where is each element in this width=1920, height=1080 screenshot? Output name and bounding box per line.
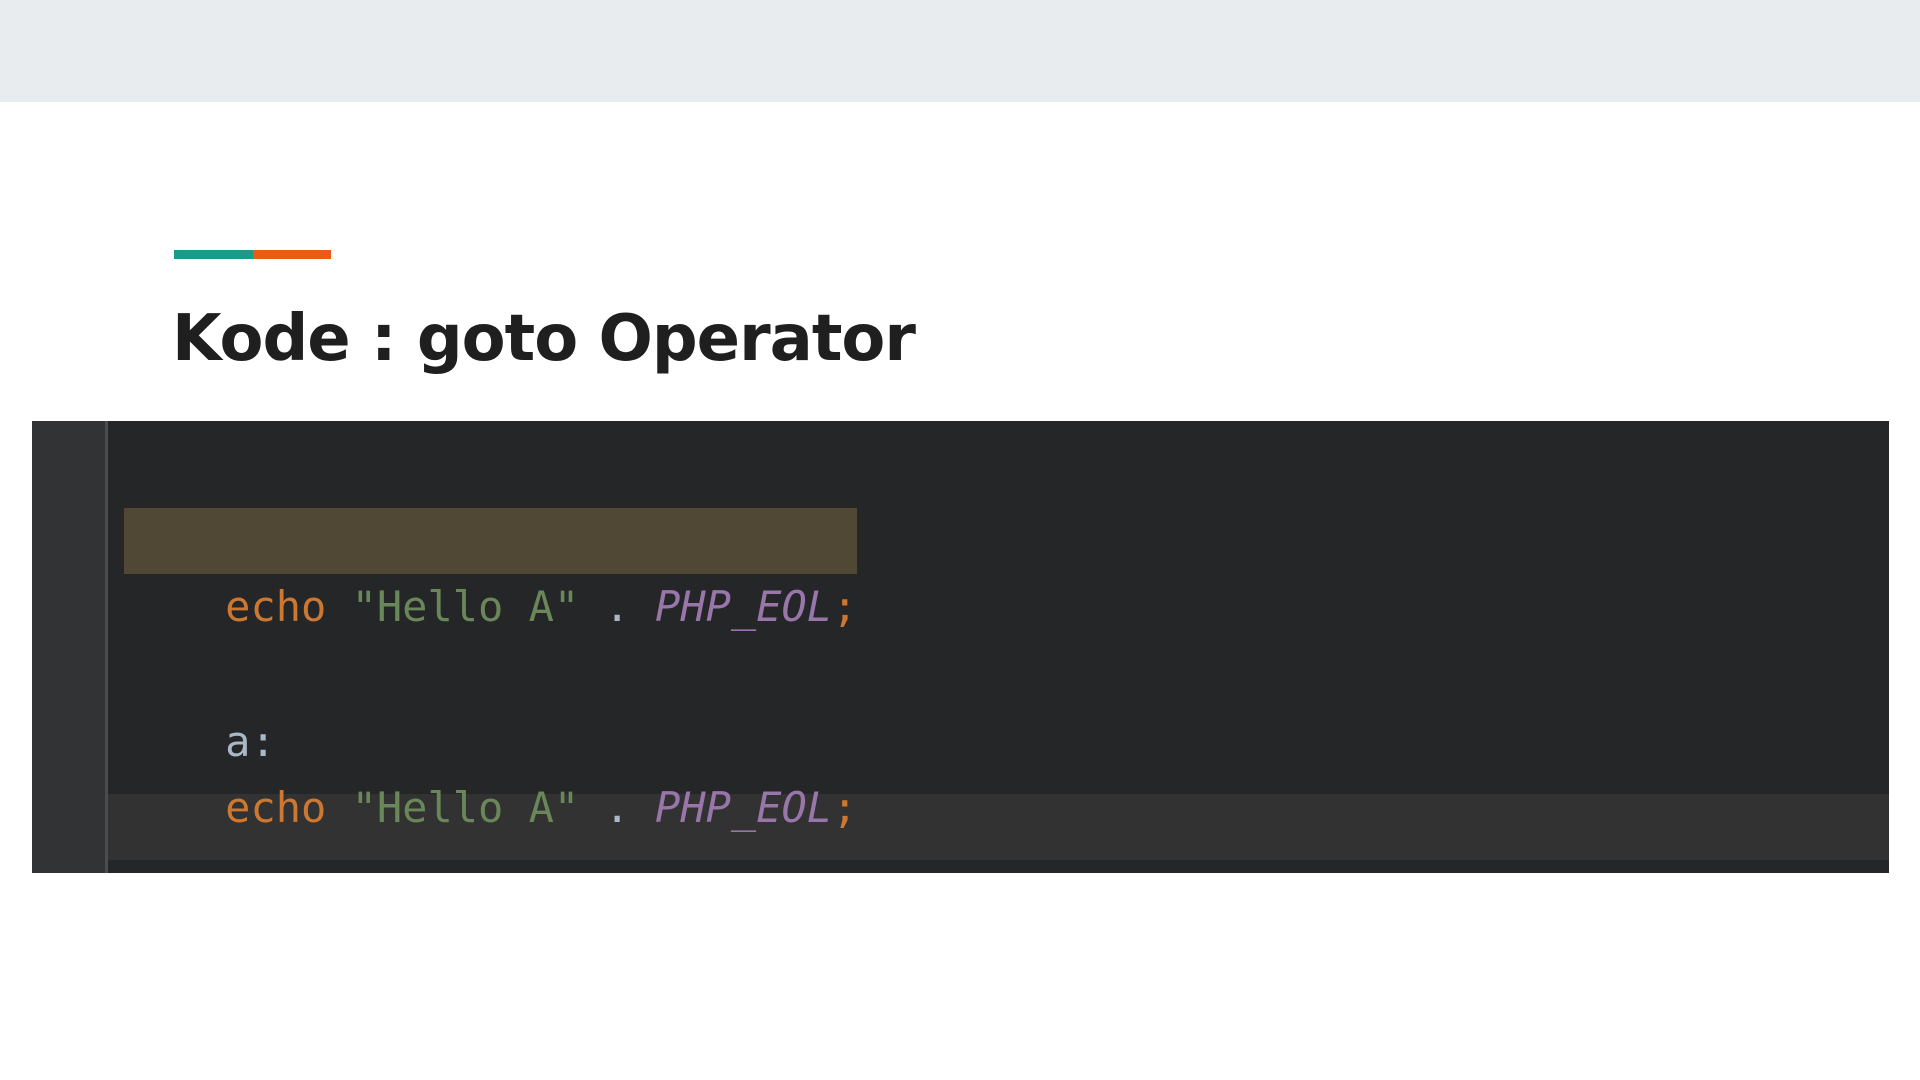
header-band [0, 0, 1920, 102]
title-accent-bar [174, 250, 331, 259]
code-keyword: echo [225, 783, 327, 832]
code-semicolon: ; [832, 582, 858, 631]
code-constant: PHP_EOL [655, 582, 833, 631]
code-string: "Hello A" [351, 582, 580, 631]
code-line: echo "Hello A" . PHP_EOL; [124, 709, 857, 832]
code-operator: . [579, 783, 656, 832]
code-line: a: [124, 643, 276, 766]
code-constant: PHP_EOL [655, 783, 833, 832]
code-line-highlighted: echo "Hello A" . PHP_EOL; [124, 508, 858, 631]
accent-segment-orange [253, 250, 331, 259]
editor-gutter [32, 421, 105, 873]
slide-title: Kode : goto Operator [172, 302, 916, 376]
code-string: "Hello A" [351, 783, 580, 832]
accent-segment-teal [174, 250, 253, 259]
code-keyword: echo [225, 582, 327, 631]
code-operator: . [579, 582, 656, 631]
code-semicolon: ; [832, 783, 858, 832]
code-line: goto a; [124, 441, 402, 564]
code-editor-screenshot: goto a; echo "Hello A" . PHP_EOL; a: ech… [32, 421, 1889, 873]
